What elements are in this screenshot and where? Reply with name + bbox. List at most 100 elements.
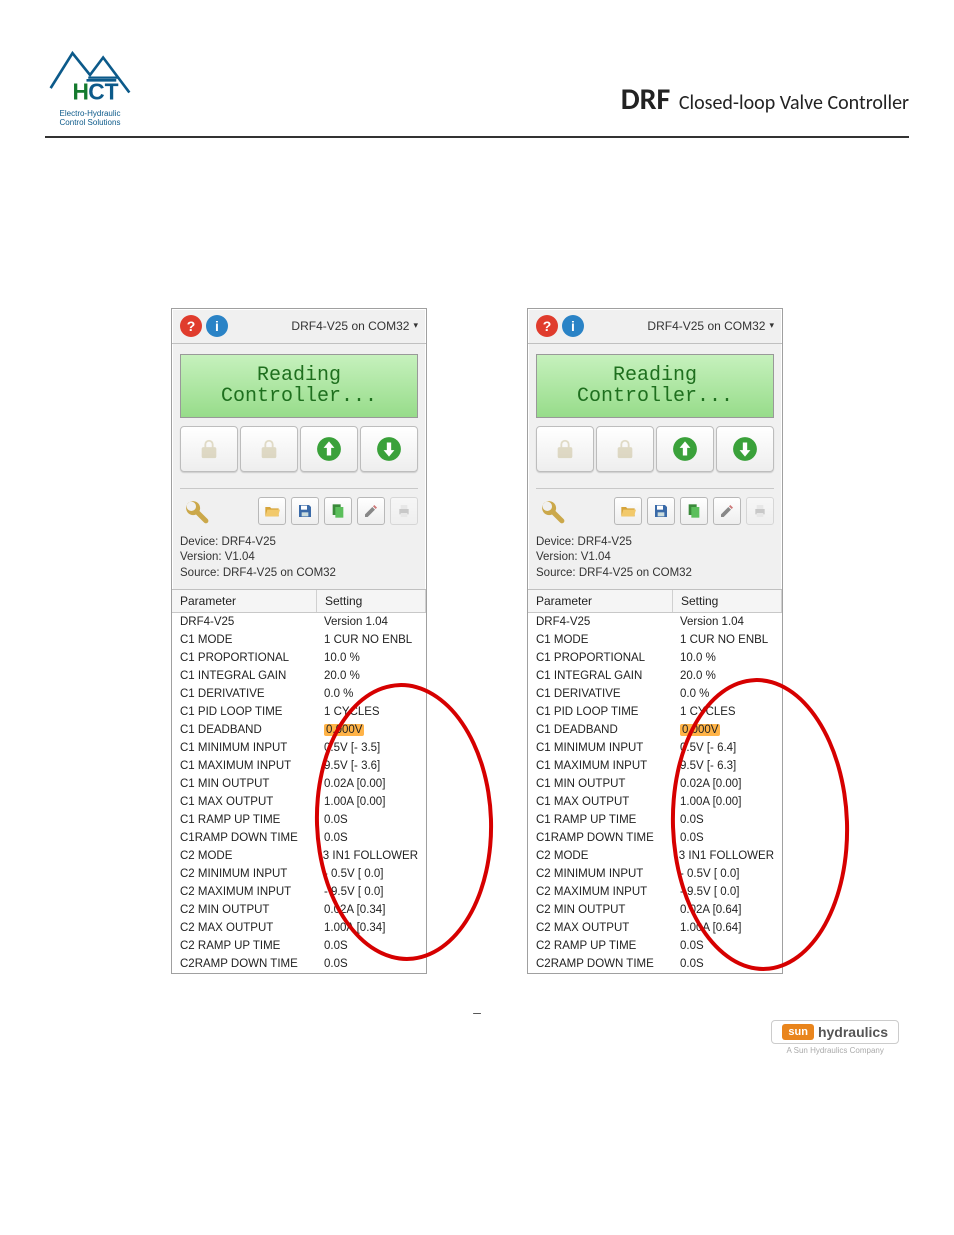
setting-value: Version 1.04	[680, 616, 744, 628]
table-row[interactable]: C1 DERIVATIVE0.0 %	[172, 685, 426, 703]
table-row[interactable]: C1 MAXIMUM INPUT9.5V [- 3.6]	[172, 757, 426, 775]
copy-button[interactable]	[680, 497, 708, 525]
table-row[interactable]: C1 MODE1 CUR NO ENBL	[528, 631, 782, 649]
table-row[interactable]: C1 DERIVATIVE0.0 %	[528, 685, 782, 703]
table-row[interactable]: C2 MIN OUTPUT0.02A [0.64]	[528, 901, 782, 919]
param-name: C2 MAX OUTPUT	[172, 919, 316, 937]
table-row[interactable]: C2 RAMP UP TIME 0.0S	[172, 937, 426, 955]
param-name: C2 MODE	[528, 847, 671, 865]
col-setting: Setting	[317, 590, 426, 612]
table-row[interactable]: C1 DEADBAND0.000V	[172, 721, 426, 739]
table-row[interactable]: C1 PID LOOP TIME1 CYCLES	[528, 703, 782, 721]
upload-button[interactable]	[656, 426, 714, 472]
param-name: C1 MINIMUM INPUT	[172, 739, 316, 757]
param-name: C1 DERIVATIVE	[172, 685, 316, 703]
device-selector[interactable]: DRF4-V25 on COM32▾	[291, 319, 418, 333]
setting-value: 0.5V [- 6.4]	[680, 742, 736, 754]
print-button[interactable]	[390, 497, 418, 525]
param-name: C1 PROPORTIONAL	[172, 649, 316, 667]
table-row[interactable]: C2 MAXIMUM INPUT- 9.5V [ 0.0]	[172, 883, 426, 901]
svg-text:H: H	[73, 79, 89, 105]
setting-value: - 0.5V [ 0.0]	[324, 868, 383, 880]
wrench-icon[interactable]	[180, 495, 212, 527]
param-name: C1 MAX OUTPUT	[172, 793, 316, 811]
table-row[interactable]: C1 PID LOOP TIME1 CYCLES	[172, 703, 426, 721]
table-row[interactable]: C1 MAX OUTPUT1.00A [0.00]	[528, 793, 782, 811]
unlock-button[interactable]	[240, 426, 298, 472]
help-icon[interactable]: ?	[536, 315, 558, 337]
print-button[interactable]	[746, 497, 774, 525]
param-name: C1 MODE	[172, 631, 316, 649]
table-row[interactable]: C1 MINIMUM INPUT0.5V [- 6.4]	[528, 739, 782, 757]
lock-button[interactable]	[536, 426, 594, 472]
param-name: C2 MODE	[172, 847, 315, 865]
save-button[interactable]	[647, 497, 675, 525]
table-row[interactable]: C1 MIN OUTPUT0.02A [0.00]	[528, 775, 782, 793]
version-label: Version: V1.04	[536, 550, 774, 566]
table-row[interactable]: C2 MAX OUTPUT1.00A [0.34]	[172, 919, 426, 937]
table-row[interactable]: C1 RAMP UP TIME0.0S	[172, 811, 426, 829]
wrench-icon[interactable]	[536, 495, 568, 527]
edit-button[interactable]	[713, 497, 741, 525]
table-row[interactable]: C2 MINIMUM INPUT- 0.5V [ 0.0]	[528, 865, 782, 883]
table-row[interactable]: C1 MAXIMUM INPUT9.5V [- 6.3]	[528, 757, 782, 775]
info-icon[interactable]: i	[562, 315, 584, 337]
setting-value: 10.0 %	[324, 652, 360, 664]
setting-value: Version 1.04	[324, 616, 388, 628]
setting-value: 3 IN1 FOLLOWER	[679, 850, 774, 862]
table-row[interactable]: C2 MIN OUTPUT0.02A [0.34]	[172, 901, 426, 919]
table-row[interactable]: C2 MAX OUTPUT1.00A [0.64]	[528, 919, 782, 937]
table-row[interactable]: C1 PROPORTIONAL10.0 %	[528, 649, 782, 667]
table-row[interactable]: C2RAMP DOWN TIME0.0S	[528, 955, 782, 973]
setting-value: - 0.5V [ 0.0]	[680, 868, 739, 880]
setting-value: 1 CYCLES	[324, 706, 380, 718]
download-button[interactable]	[360, 426, 418, 472]
table-row[interactable]: C1 DEADBAND0.000V	[528, 721, 782, 739]
table-row[interactable]: C1 INTEGRAL GAIN20.0 %	[528, 667, 782, 685]
table-row[interactable]: C1 MINIMUM INPUT0.5V [- 3.5]	[172, 739, 426, 757]
copy-button[interactable]	[324, 497, 352, 525]
table-row[interactable]: DRF4-V25Version 1.04	[528, 613, 782, 631]
table-row[interactable]: C2 MODE 3 IN1 FOLLOWER	[528, 847, 782, 865]
setting-value: 0.000V	[324, 724, 364, 736]
table-row[interactable]: C1 RAMP UP TIME0.0S	[528, 811, 782, 829]
table-row[interactable]: C1 PROPORTIONAL 10.0 %	[172, 649, 426, 667]
setting-value: 20.0 %	[324, 670, 360, 682]
hct-logo: H CT Electro-Hydraulic Control Solutions	[45, 40, 135, 128]
setting-value: 0.0S	[324, 832, 348, 844]
device-selector-label: DRF4-V25 on COM32	[647, 319, 765, 333]
open-button[interactable]	[258, 497, 286, 525]
param-name: C2 RAMP UP TIME	[172, 937, 316, 955]
table-row[interactable]: C2 RAMP UP TIME0.0S	[528, 937, 782, 955]
lock-button[interactable]	[180, 426, 238, 472]
upload-button[interactable]	[300, 426, 358, 472]
help-icon[interactable]: ?	[180, 315, 202, 337]
unlock-button[interactable]	[596, 426, 654, 472]
device-selector[interactable]: DRF4-V25 on COM32 ▾	[647, 319, 774, 333]
setting-value: 9.5V [- 6.3]	[680, 760, 736, 772]
table-row[interactable]: C1 MODE1 CUR NO ENBL	[172, 631, 426, 649]
param-name: C1RAMP DOWN TIME	[528, 829, 672, 847]
open-button[interactable]	[614, 497, 642, 525]
status-line2: Controller...	[185, 386, 413, 407]
table-row[interactable]: C2 MODE3 IN1 FOLLOWER	[172, 847, 426, 865]
setting-value: 0.0S	[324, 940, 348, 952]
status-line1: Reading	[541, 365, 769, 386]
info-icon[interactable]: i	[206, 315, 228, 337]
table-row[interactable]: C1 INTEGRAL GAIN20.0 %	[172, 667, 426, 685]
table-header: ParameterSetting	[172, 590, 426, 613]
download-button[interactable]	[716, 426, 774, 472]
table-row[interactable]: C2RAMP DOWN TIME0.0S	[172, 955, 426, 973]
edit-button[interactable]	[357, 497, 385, 525]
chevron-down-icon: ▾	[769, 320, 774, 331]
table-row[interactable]: C1RAMP DOWN TIME0.0S	[528, 829, 782, 847]
table-row[interactable]: C1 MIN OUTPUT0.02A [0.00]	[172, 775, 426, 793]
save-button[interactable]	[291, 497, 319, 525]
table-row[interactable]: C2 MAXIMUM INPUT- 9.5V [ 0.0]	[528, 883, 782, 901]
controller-panel: ?iDRF4-V25 on COM32▾ReadingController...…	[527, 308, 783, 975]
table-row[interactable]: C1RAMP DOWN TIME0.0S	[172, 829, 426, 847]
table-row[interactable]: C1 MAX OUTPUT1.00A [0.00]	[172, 793, 426, 811]
table-row[interactable]: DRF4-V25Version 1.04	[172, 613, 426, 631]
setting-value: 0.02A [0.34]	[324, 904, 385, 916]
table-row[interactable]: C2 MINIMUM INPUT- 0.5V [ 0.0]	[172, 865, 426, 883]
